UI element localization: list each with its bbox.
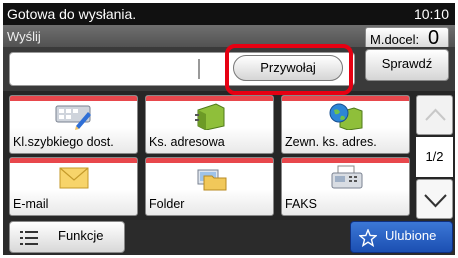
tile-stripe [10, 96, 137, 101]
tile-fax[interactable]: FAKS [281, 157, 410, 216]
chevron-up-icon [425, 108, 446, 121]
tile-email[interactable]: E-mail [9, 157, 138, 216]
tile-label: Zewn. ks. adres. [285, 135, 377, 149]
tile-label: Ks. adresowa [149, 135, 225, 149]
tile-stripe [10, 158, 137, 163]
tile-stripe [282, 158, 409, 163]
tile-stripe [146, 158, 273, 163]
tile-external-address-book[interactable]: Zewn. ks. adres. [281, 95, 410, 154]
functions-button[interactable]: Funkcje [9, 221, 125, 253]
tile-label: Kl.szybkiego dost. [13, 135, 114, 149]
destination-count-display[interactable]: M.docel: 0 [365, 27, 449, 49]
text-cursor [198, 59, 200, 79]
tile-stripe [282, 96, 409, 101]
functions-label: Funkcje [58, 228, 104, 243]
page-indicator: 1/2 [416, 137, 453, 177]
list-icon [20, 231, 38, 245]
status-time: 10:10 [413, 6, 449, 22]
favorites-label: Ulubione [385, 228, 437, 243]
device-screen: Gotowa do wysłania. 10:10 Wyślij M.docel… [3, 3, 455, 255]
tile-label: E-mail [13, 197, 49, 211]
chevron-down-icon [424, 194, 447, 208]
status-bar: Gotowa do wysłania. 10:10 [3, 3, 455, 25]
tile-label: FAKS [285, 197, 317, 211]
tile-label: Folder [149, 197, 185, 211]
check-button[interactable]: Sprawdź [365, 49, 449, 81]
folder-icon [197, 169, 227, 191]
address-book-icon [195, 103, 225, 130]
keyboard-pen-icon [55, 105, 91, 130]
page-up-button[interactable] [416, 95, 453, 135]
globe-book-icon [329, 103, 363, 130]
highlight-frame [225, 44, 353, 95]
star-icon [359, 229, 377, 247]
tile-address-book[interactable]: Ks. adresowa [145, 95, 274, 154]
tile-stripe [146, 96, 273, 101]
tile-one-touch-key[interactable]: Kl.szybkiego dost. [9, 95, 138, 154]
envelope-icon [59, 167, 89, 189]
tile-folder[interactable]: Folder [145, 157, 274, 216]
page-down-button[interactable] [416, 179, 453, 219]
page-title: Wyślij [7, 29, 41, 44]
favorites-button[interactable]: Ulubione [350, 221, 453, 253]
fax-icon [331, 165, 363, 189]
destination-count-label: M.docel: [370, 32, 420, 47]
status-message: Gotowa do wysłania. [7, 6, 137, 22]
